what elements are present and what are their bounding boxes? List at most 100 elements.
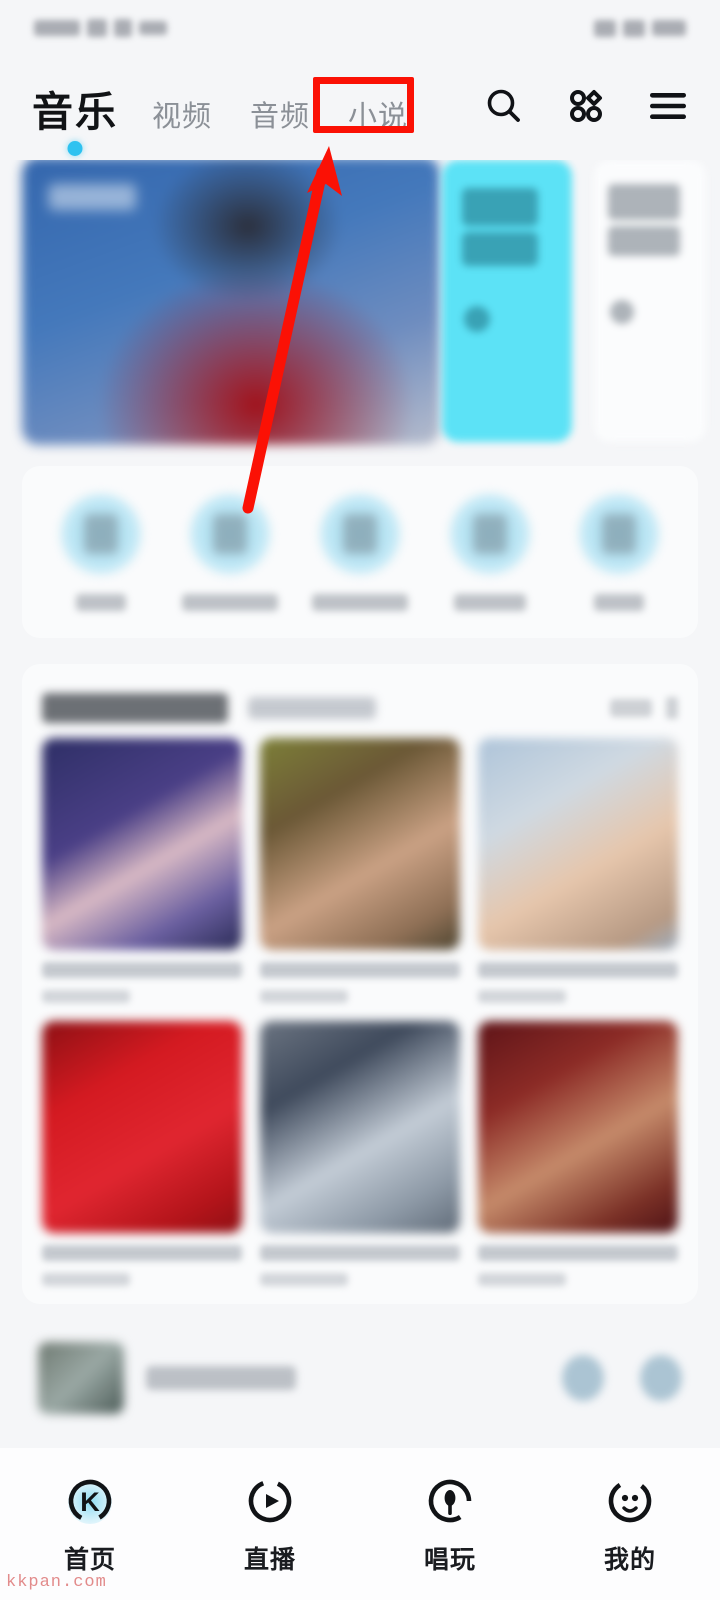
- status-icon-a: [87, 19, 107, 37]
- app-header: 音乐 视频 音频 小说: [0, 56, 720, 160]
- tab-novel[interactable]: 小说: [342, 91, 414, 137]
- content-card-6-thumb: [478, 1021, 678, 1233]
- status-battery-icon: [652, 20, 686, 36]
- mini-player-album-thumb: [38, 1342, 124, 1414]
- quick-action-4-icon: [449, 493, 530, 574]
- apps-grid-icon[interactable]: [566, 86, 606, 131]
- mini-player-list-icon[interactable]: [640, 1355, 682, 1401]
- banner-white-badge: [610, 300, 634, 324]
- quick-action-4[interactable]: [436, 493, 544, 611]
- status-icon-b: [114, 19, 132, 37]
- nav-item-profile-label: 我的: [603, 1546, 656, 1574]
- search-icon[interactable]: [484, 86, 524, 131]
- content-grid: [42, 738, 678, 1286]
- profile-face-icon: [603, 1474, 657, 1528]
- chevron-right-icon: [666, 697, 678, 719]
- nav-item-sing[interactable]: 唱玩: [360, 1474, 540, 1576]
- content-card-2[interactable]: [260, 738, 460, 1003]
- nav-item-home-label: 首页: [63, 1546, 116, 1574]
- quick-action-1-icon: [60, 493, 141, 574]
- content-card-2-title: [260, 962, 460, 978]
- section-subtitle: [248, 697, 376, 719]
- status-bar-right: [594, 19, 686, 37]
- content-card-4[interactable]: [42, 1021, 242, 1286]
- content-card-3-meta: [478, 990, 566, 1003]
- section-more-button[interactable]: [610, 697, 678, 719]
- tab-music-label: 音乐: [32, 89, 118, 135]
- banner-carousel[interactable]: [0, 160, 720, 445]
- content-card-1-title: [42, 962, 242, 978]
- content-card-6-title: [478, 1245, 678, 1261]
- nav-item-live[interactable]: 直播: [180, 1474, 360, 1576]
- status-signal-icon: [594, 19, 616, 37]
- tab-music[interactable]: 音乐: [30, 78, 120, 156]
- content-card-1-thumb: [42, 738, 242, 950]
- banner-card-main[interactable]: [21, 160, 441, 445]
- banner-cyan-text-1: [462, 188, 538, 226]
- banner-cyan-text-2: [462, 232, 538, 266]
- mini-player[interactable]: [22, 1330, 698, 1426]
- menu-icon[interactable]: [648, 89, 688, 128]
- banner-rail: [0, 160, 720, 445]
- content-card-1[interactable]: [42, 738, 242, 1003]
- content-card-3-thumb: [478, 738, 678, 950]
- section-more-label: [610, 699, 652, 717]
- mini-player-play-icon[interactable]: [562, 1355, 604, 1401]
- nav-item-sing-label: 唱玩: [423, 1546, 476, 1574]
- content-card-5-title: [260, 1245, 460, 1261]
- status-icon-c: [139, 21, 167, 35]
- bottom-navigation: K 首页 直播 唱玩 我的: [0, 1448, 720, 1600]
- quick-action-1[interactable]: [47, 493, 155, 611]
- quick-action-5[interactable]: [565, 493, 673, 611]
- content-card-4-meta: [42, 1273, 130, 1286]
- quick-action-4-label: [453, 593, 526, 611]
- home-k-icon: K: [63, 1474, 117, 1528]
- content-card-2-thumb: [260, 738, 460, 950]
- quick-action-5-label: [594, 593, 645, 611]
- status-bar-left: [34, 19, 167, 37]
- quick-action-2[interactable]: [176, 493, 284, 611]
- category-tabs: 音乐 视频 音频 小说: [30, 78, 484, 156]
- quick-action-3[interactable]: [306, 493, 414, 611]
- mini-player-track-title: [146, 1366, 296, 1390]
- content-card-5-meta: [260, 1273, 348, 1286]
- header-icons: [484, 86, 694, 131]
- quick-action-3-icon: [319, 493, 400, 574]
- nav-item-profile[interactable]: 我的: [540, 1474, 720, 1576]
- tab-video[interactable]: 视频: [146, 91, 218, 137]
- recommend-section: [22, 664, 698, 1304]
- banner-cyan-badge: [464, 306, 490, 332]
- content-card-1-meta: [42, 990, 130, 1003]
- banner-white-text-2: [608, 226, 680, 256]
- quick-action-2-icon: [190, 493, 271, 574]
- banner-white-text-1: [608, 184, 680, 220]
- content-card-3[interactable]: [478, 738, 678, 1003]
- active-tab-dot-icon: [67, 141, 83, 156]
- content-card-5[interactable]: [260, 1021, 460, 1286]
- banner-card-white[interactable]: [594, 160, 706, 442]
- banner-card-cyan[interactable]: [442, 160, 572, 442]
- quick-actions-row: [22, 466, 698, 638]
- content-card-6[interactable]: [478, 1021, 678, 1286]
- status-time: [34, 20, 80, 36]
- status-wifi-icon: [623, 19, 645, 37]
- scroll-content[interactable]: [0, 160, 720, 1448]
- quick-action-1-label: [75, 593, 126, 611]
- content-card-5-thumb: [260, 1021, 460, 1233]
- sing-mic-icon: [423, 1474, 477, 1528]
- live-play-icon: [243, 1474, 297, 1528]
- nav-item-home[interactable]: K 首页: [0, 1474, 180, 1576]
- svg-text:K: K: [80, 1487, 100, 1517]
- content-card-6-meta: [478, 1273, 566, 1286]
- mini-player-controls: [562, 1355, 682, 1401]
- content-card-4-title: [42, 1245, 242, 1261]
- content-card-4-thumb: [42, 1021, 242, 1233]
- quick-action-5-icon: [579, 493, 660, 574]
- section-header: [42, 686, 678, 730]
- content-card-3-title: [478, 962, 678, 978]
- quick-action-3-label: [311, 593, 408, 611]
- quick-action-2-label: [182, 593, 279, 611]
- nav-item-live-label: 直播: [243, 1546, 296, 1574]
- status-bar: [0, 0, 720, 56]
- tab-audio[interactable]: 音频: [244, 91, 316, 137]
